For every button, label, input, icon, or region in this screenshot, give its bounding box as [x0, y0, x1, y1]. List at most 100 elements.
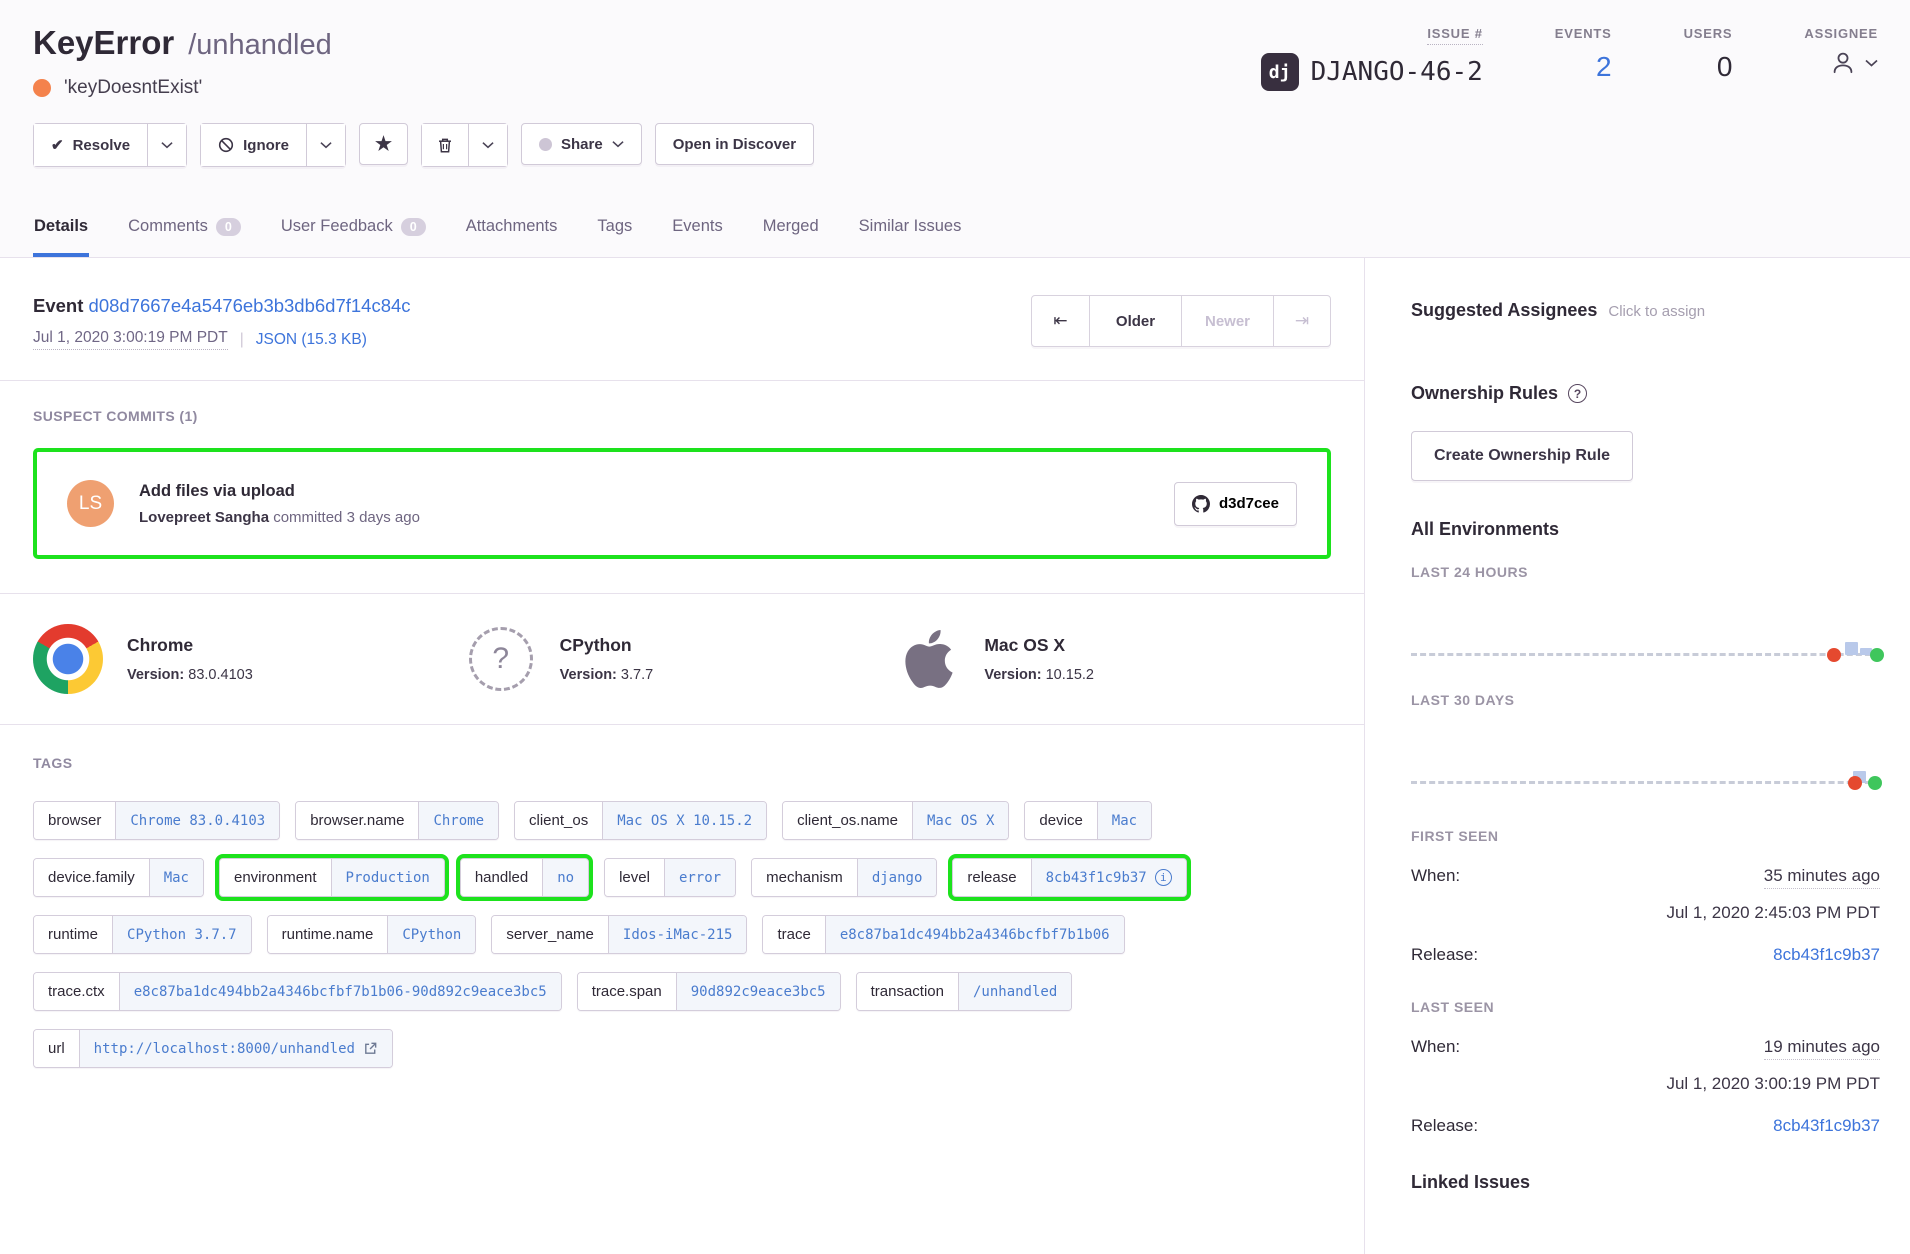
help-icon[interactable]: ? — [1568, 384, 1587, 403]
assignee-selector[interactable] — [1829, 49, 1878, 77]
last-seen-heading: LAST SEEN — [1411, 999, 1880, 1015]
tag-key[interactable]: release — [953, 859, 1031, 896]
tag-pill: trace e8c87ba1dc494bb2a4346bcfbf7b1b06 — [762, 915, 1124, 954]
sparkline-baseline — [1411, 781, 1880, 784]
resolve-button[interactable]: ✔ Resolve — [34, 124, 147, 166]
tag-key[interactable]: runtime — [34, 916, 113, 953]
tag-key[interactable]: client_os — [515, 802, 603, 839]
tag-key[interactable]: trace.span — [578, 973, 677, 1010]
resolve-dropdown-button[interactable] — [147, 124, 186, 166]
ignore-dropdown-button[interactable] — [306, 124, 345, 166]
tag-value[interactable]: CPython — [388, 916, 475, 953]
tag-value[interactable]: django — [858, 859, 937, 896]
suspect-commits-heading: SUSPECT COMMITS (1) — [33, 408, 1331, 424]
first-seen-release-link[interactable]: 8cb43f1c9b37 — [1773, 945, 1880, 965]
tag-pill: browser Chrome 83.0.4103 — [33, 801, 280, 840]
tag-value[interactable]: 8cb43f1c9b37 i — [1032, 859, 1186, 896]
tag-value[interactable]: 90d892c9eace3bc5 — [677, 973, 840, 1010]
github-icon — [1192, 495, 1210, 513]
tag-value[interactable]: Chrome 83.0.4103 — [116, 802, 279, 839]
older-event-button[interactable]: Older — [1089, 296, 1181, 346]
delete-dropdown-button[interactable] — [468, 124, 507, 166]
tab[interactable]: Details — [33, 203, 89, 257]
tag-key[interactable]: trace — [763, 916, 825, 953]
last-seen-relative[interactable]: 19 minutes ago — [1764, 1037, 1880, 1060]
ownership-rules-title: Ownership Rules — [1411, 383, 1558, 404]
skip-to-latest-button[interactable]: ⇥ — [1273, 296, 1330, 346]
tag-key[interactable]: trace.ctx — [34, 973, 120, 1010]
tag-pill: mechanism django — [751, 858, 937, 897]
release-marker-red — [1848, 776, 1862, 790]
tag-key[interactable]: runtime.name — [268, 916, 389, 953]
tag-value[interactable]: http://localhost:8000/unhandled — [80, 1030, 392, 1067]
tag-key[interactable]: handled — [461, 859, 543, 896]
tag-value[interactable]: error — [665, 859, 735, 896]
issue-sidebar: Suggested Assignees Click to assign Owne… — [1365, 258, 1910, 1254]
tab[interactable]: Similar Issues — [858, 203, 963, 257]
event-pagination: ⇤ Older Newer ⇥ — [1031, 295, 1331, 347]
apple-icon — [898, 624, 960, 694]
tab[interactable]: Events — [671, 203, 723, 257]
oldest-event-button[interactable]: ⇤ — [1032, 296, 1089, 346]
tab[interactable]: Merged — [762, 203, 820, 257]
newer-event-button[interactable]: Newer — [1181, 296, 1273, 346]
context-runtime: ? CPython Version: 3.7.7 — [466, 624, 899, 694]
tag-key[interactable]: client_os.name — [783, 802, 913, 839]
tag-value[interactable]: CPython 3.7.7 — [113, 916, 251, 953]
tag-value[interactable]: Mac — [150, 859, 203, 896]
tab[interactable]: Comments 0 — [127, 203, 242, 257]
event-json-link[interactable]: JSON (15.3 KB) — [256, 331, 367, 349]
tags-heading: TAGS — [33, 755, 1331, 771]
tag-value[interactable]: Mac — [1098, 802, 1151, 839]
last-seen-release-link[interactable]: 8cb43f1c9b37 — [1773, 1116, 1880, 1136]
tab[interactable]: User Feedback 0 — [280, 203, 427, 257]
tab[interactable]: Attachments — [465, 203, 559, 257]
tag-value[interactable]: Chrome — [419, 802, 498, 839]
tag-value[interactable]: Idos-iMac-215 — [609, 916, 747, 953]
star-icon: ★ — [375, 133, 392, 156]
tag-pill: transaction /unhandled — [856, 972, 1073, 1011]
tag-value[interactable]: e8c87ba1dc494bb2a4346bcfbf7b1b06-90d892c… — [120, 973, 561, 1010]
tag-value[interactable]: no — [543, 859, 588, 896]
create-ownership-rule-button[interactable]: Create Ownership Rule — [1411, 431, 1633, 481]
external-link-icon[interactable] — [363, 1041, 378, 1056]
users-count[interactable]: 0 — [1717, 51, 1733, 83]
tag-key[interactable]: level — [605, 859, 665, 896]
open-in-discover-button[interactable]: Open in Discover — [655, 123, 814, 165]
tag-key[interactable]: mechanism — [752, 859, 858, 896]
chevron-down-icon — [482, 141, 494, 149]
share-status-icon — [539, 138, 552, 151]
tag-key[interactable]: browser — [34, 802, 116, 839]
issue-short-id[interactable]: DJANGO-46-2 — [1311, 57, 1483, 87]
tag-value[interactable]: Production — [332, 859, 444, 896]
tab[interactable]: Tags — [596, 203, 633, 257]
info-icon[interactable]: i — [1155, 869, 1172, 886]
events-count[interactable]: 2 — [1596, 51, 1612, 83]
tag-pill: runtime.name CPython — [267, 915, 477, 954]
skip-to-last-icon: ⇥ — [1295, 311, 1309, 331]
tag-key[interactable]: transaction — [857, 973, 959, 1010]
bookmark-star-button[interactable]: ★ — [359, 123, 408, 165]
tag-value[interactable]: Mac OS X — [913, 802, 1008, 839]
commit-sha-button[interactable]: d3d7cee — [1174, 482, 1297, 526]
first-seen-relative[interactable]: 35 minutes ago — [1764, 866, 1880, 889]
tag-value[interactable]: Mac OS X 10.15.2 — [603, 802, 766, 839]
tag-key[interactable]: environment — [220, 859, 332, 896]
tag-key[interactable]: device — [1025, 802, 1097, 839]
context-version: 10.15.2 — [1046, 667, 1094, 683]
chevron-down-icon — [320, 141, 332, 149]
context-version: 3.7.7 — [621, 667, 653, 683]
event-id-link[interactable]: d08d7667e4a5476eb3b3db6d7f14c84c — [89, 295, 411, 316]
ignore-button[interactable]: Ignore — [201, 124, 306, 166]
tag-key[interactable]: device.family — [34, 859, 150, 896]
tag-value[interactable]: /unhandled — [959, 973, 1071, 1010]
release-label: Release: — [1411, 1116, 1478, 1136]
tag-key[interactable]: server_name — [492, 916, 609, 953]
tag-key[interactable]: browser.name — [296, 802, 419, 839]
share-button[interactable]: Share — [521, 123, 642, 165]
tag-value[interactable]: e8c87ba1dc494bb2a4346bcfbf7b1b06 — [826, 916, 1124, 953]
tag-pill: client_os Mac OS X 10.15.2 — [514, 801, 767, 840]
delete-button[interactable] — [422, 124, 468, 166]
tag-key[interactable]: url — [34, 1030, 80, 1067]
event-timestamp[interactable]: Jul 1, 2020 3:00:19 PM PDT — [33, 329, 228, 350]
